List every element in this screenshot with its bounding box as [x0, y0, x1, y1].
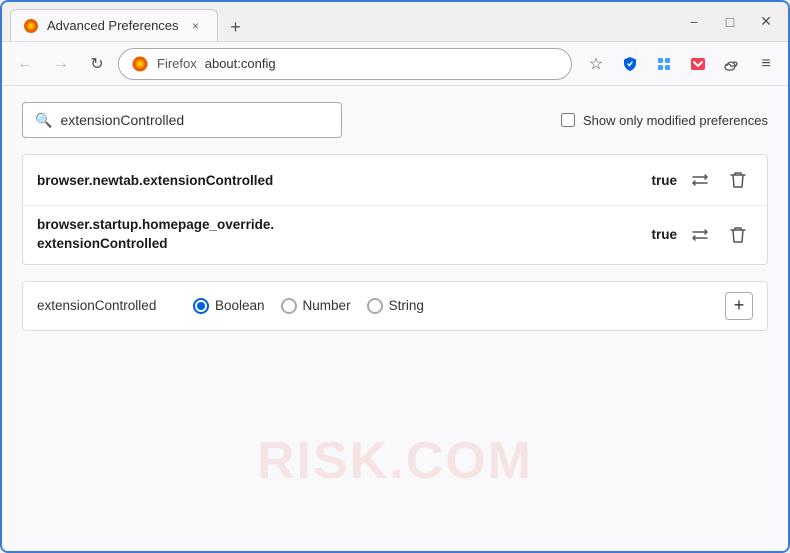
radio-string[interactable]: String: [367, 298, 424, 314]
toggle-button-2[interactable]: [685, 220, 715, 250]
show-modified-checkbox[interactable]: [561, 113, 575, 127]
results-table: browser.newtab.extensionControlled true: [22, 154, 768, 265]
delete-button-2[interactable]: [723, 220, 753, 250]
reload-button[interactable]: ↻: [82, 49, 112, 79]
table-row: browser.newtab.extensionControlled true: [23, 155, 767, 206]
delete-button-1[interactable]: [723, 165, 753, 195]
watermark: RISK.COM: [257, 431, 533, 491]
add-preference-button[interactable]: +: [725, 292, 753, 320]
new-pref-name-label: extensionControlled: [37, 298, 177, 313]
radio-string-circle: [367, 298, 383, 314]
browser-window: Advanced Preferences × + − □ ✕ ← → ↻ Fir…: [0, 0, 790, 553]
radio-boolean-circle: [193, 298, 209, 314]
tab-close-button[interactable]: ×: [187, 17, 205, 35]
browser-name-label: Firefox: [157, 56, 197, 71]
type-radio-group: Boolean Number String: [193, 298, 709, 314]
active-tab[interactable]: Advanced Preferences ×: [10, 9, 218, 41]
shield-icon: [622, 56, 638, 72]
pocket-save-icon: [690, 56, 706, 72]
row-actions-1: [685, 165, 753, 195]
extension-icon[interactable]: [650, 50, 678, 78]
nav-bar: ← → ↻ Firefox about:config ☆: [2, 42, 788, 86]
radio-boolean[interactable]: Boolean: [193, 298, 265, 314]
hamburger-menu-icon[interactable]: ≡: [752, 50, 780, 78]
puzzle-icon: [656, 56, 672, 72]
new-tab-button[interactable]: +: [222, 13, 250, 41]
forward-button[interactable]: →: [46, 49, 76, 79]
address-bar[interactable]: Firefox about:config: [118, 48, 572, 80]
radio-number-label: Number: [303, 298, 351, 313]
radio-number-circle: [281, 298, 297, 314]
show-modified-label[interactable]: Show only modified preferences: [583, 113, 768, 128]
tab-area: Advanced Preferences × +: [10, 2, 680, 41]
bookmark-star-icon[interactable]: ☆: [582, 50, 610, 78]
pref-name-1: browser.newtab.extensionControlled: [37, 173, 635, 188]
radio-number[interactable]: Number: [281, 298, 351, 314]
address-text: about:config: [205, 56, 276, 71]
back-button[interactable]: ←: [10, 49, 40, 79]
tracking-protection-icon[interactable]: [616, 50, 644, 78]
search-input[interactable]: [60, 112, 329, 128]
main-content: 🔍 Show only modified preferences browser…: [2, 86, 788, 551]
radio-boolean-label: Boolean: [215, 298, 265, 313]
close-button[interactable]: ✕: [752, 8, 780, 36]
pref-value-1: true: [643, 173, 677, 188]
show-modified-checkbox-area: Show only modified preferences: [561, 113, 768, 128]
title-bar: Advanced Preferences × + − □ ✕: [2, 2, 788, 42]
firefox-logo-icon: [131, 55, 149, 73]
pref-value-2: true: [643, 227, 677, 242]
table-row: browser.startup.homepage_override. exten…: [23, 206, 767, 264]
window-controls: − □ ✕: [680, 8, 780, 36]
radio-string-label: String: [389, 298, 424, 313]
maximize-button[interactable]: □: [716, 8, 744, 36]
row-actions-2: [685, 220, 753, 250]
tab-title: Advanced Preferences: [47, 18, 179, 33]
nav-icons: ☆: [582, 50, 780, 78]
search-box[interactable]: 🔍: [22, 102, 342, 138]
sync-icon[interactable]: [718, 50, 746, 78]
pocket-icon[interactable]: [684, 50, 712, 78]
search-magnifier-icon: 🔍: [35, 112, 52, 129]
cloud-sync-icon: [724, 56, 740, 72]
search-area: 🔍 Show only modified preferences: [22, 102, 768, 138]
pref-name-2: browser.startup.homepage_override. exten…: [37, 216, 635, 254]
toggle-button-1[interactable]: [685, 165, 715, 195]
new-pref-row: extensionControlled Boolean Number Strin…: [22, 281, 768, 331]
minimize-button[interactable]: −: [680, 8, 708, 36]
tab-favicon-icon: [23, 18, 39, 34]
